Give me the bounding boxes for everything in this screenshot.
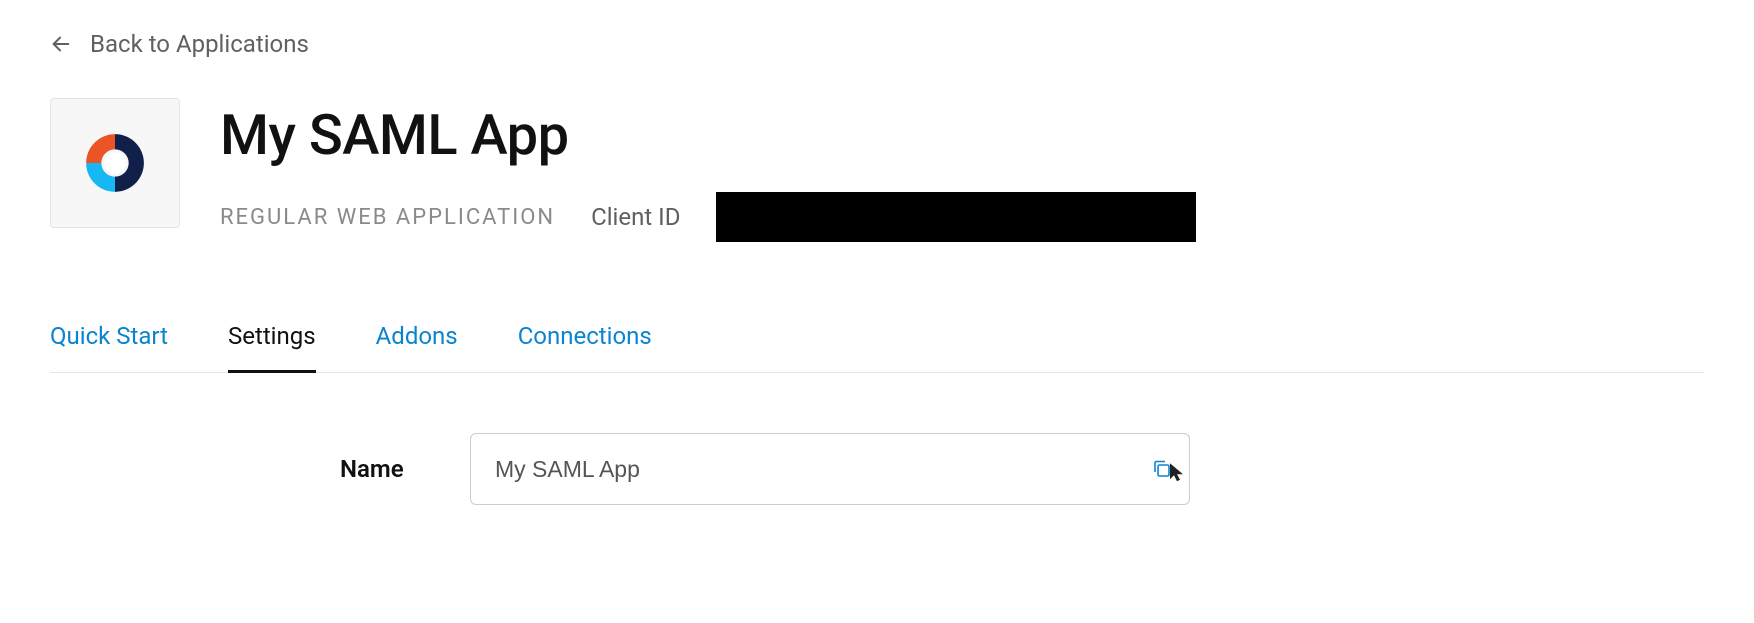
app-logo-icon xyxy=(77,125,153,201)
name-field-label: Name xyxy=(340,455,430,483)
tab-addons[interactable]: Addons xyxy=(376,322,458,373)
cursor-icon xyxy=(1168,461,1186,483)
tab-quick-start[interactable]: Quick Start xyxy=(50,322,168,373)
tab-settings[interactable]: Settings xyxy=(228,322,316,373)
back-link-label: Back to Applications xyxy=(90,30,309,58)
app-header: My SAML App REGULAR WEB APPLICATION Clie… xyxy=(50,98,1704,242)
app-icon xyxy=(50,98,180,228)
app-type-label: REGULAR WEB APPLICATION xyxy=(220,205,555,230)
app-meta-row: REGULAR WEB APPLICATION Client ID ██████… xyxy=(220,192,1196,242)
app-title: My SAML App xyxy=(220,102,1196,168)
name-input[interactable] xyxy=(470,433,1190,505)
client-id-value[interactable]: ████████████████████████████████ xyxy=(716,192,1196,242)
arrow-left-icon xyxy=(50,33,72,55)
back-to-applications-link[interactable]: Back to Applications xyxy=(50,30,309,58)
tabs-nav: Quick Start Settings Addons Connections xyxy=(50,322,1704,373)
title-block: My SAML App REGULAR WEB APPLICATION Clie… xyxy=(220,98,1196,242)
form-section: Name xyxy=(340,433,1704,505)
tab-connections[interactable]: Connections xyxy=(518,322,652,373)
name-field-wrapper xyxy=(470,433,1190,505)
client-id-label: Client ID xyxy=(591,203,680,231)
